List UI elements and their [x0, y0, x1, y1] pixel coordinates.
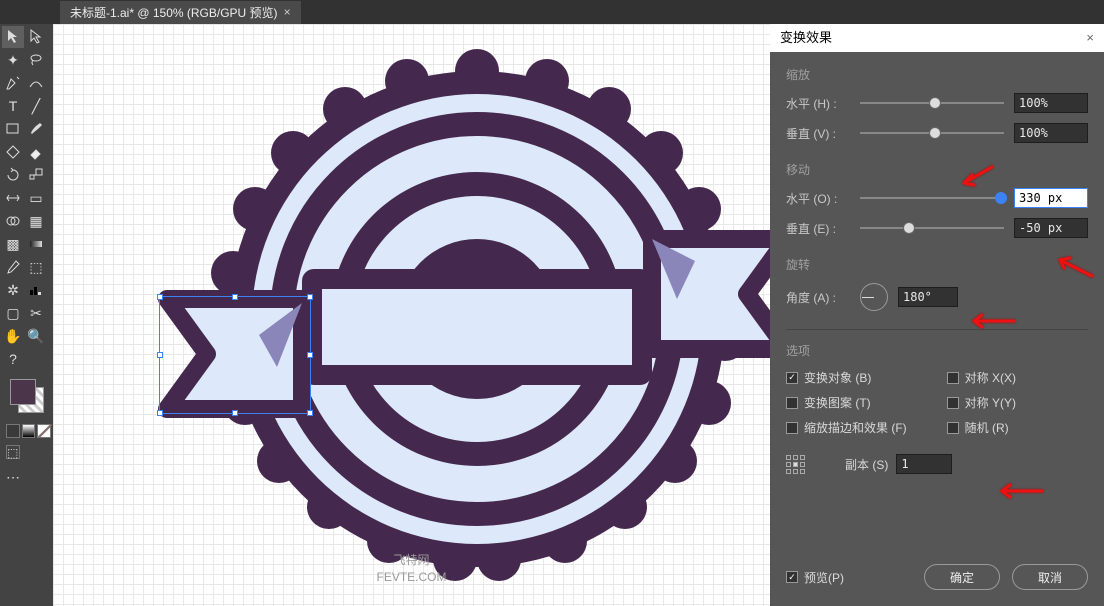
tab-title: 未标题-1.ai* @ 150% (RGB/GPU 预览) — [70, 4, 278, 21]
move-h-slider[interactable] — [860, 197, 1004, 199]
fill-color[interactable] — [10, 379, 36, 405]
solid-color-mode[interactable] — [6, 424, 20, 438]
scale-h-label: 水平 (H) : — [786, 95, 850, 112]
copies-input[interactable] — [896, 454, 952, 474]
move-label: 移动 — [786, 161, 1088, 178]
line-tool[interactable]: ╱ — [25, 95, 47, 117]
edit-toolbar[interactable]: ⋯ — [2, 466, 24, 488]
lasso-tool[interactable] — [25, 49, 47, 71]
perspective-tool[interactable]: ▦ — [25, 210, 47, 232]
cb-preview[interactable] — [786, 571, 798, 583]
tool-palette: ✦ T ╱ ▭ ▦ ▩ ⬚ ✲ ▢ ✂ ✋ 🔍 ? — [0, 24, 53, 606]
scale-section: 缩放 水平 (H) : 垂直 (V) : — [786, 66, 1088, 143]
gradient-tool[interactable] — [25, 233, 47, 255]
document-tabs: 未标题-1.ai* @ 150% (RGB/GPU 预览) × — [0, 0, 1104, 24]
scale-h-slider[interactable] — [860, 102, 1004, 104]
move-section: 移动 水平 (O) : 垂直 (E) : — [786, 161, 1088, 238]
options-section: 选项 变换对象 (B) 变换图案 (T) 缩放描边和效果 (F) 对称 X(X)… — [786, 342, 1088, 474]
zoom-tool[interactable]: 🔍 — [25, 325, 47, 347]
copies-label: 副本 (S) — [845, 456, 888, 473]
type-tool[interactable]: T — [2, 95, 24, 117]
graph-tool[interactable] — [25, 279, 47, 301]
scale-v-slider[interactable] — [860, 132, 1004, 134]
angle-dial[interactable] — [860, 283, 888, 311]
move-v-label: 垂直 (E) : — [786, 220, 850, 237]
move-h-label: 水平 (O) : — [786, 190, 850, 207]
free-transform-tool[interactable]: ▭ — [25, 187, 47, 209]
rotate-label: 旋转 — [786, 256, 1088, 273]
panel-title-text: 变换效果 — [780, 24, 832, 52]
canvas[interactable]: 飞特网 FEVTE.COM — [53, 24, 770, 606]
screen-modes: ⬚ — [2, 445, 51, 459]
blend-tool[interactable]: ⬚ — [25, 256, 47, 278]
transform-effect-panel: 变换效果 × 缩放 水平 (H) : 垂直 (V) : 移动 — [770, 24, 1104, 606]
preview-label: 预览(P) — [804, 569, 844, 586]
color-modes — [2, 424, 55, 438]
shaper-tool[interactable] — [2, 141, 24, 163]
ok-button[interactable]: 确定 — [924, 564, 1000, 590]
cancel-button[interactable]: 取消 — [1012, 564, 1088, 590]
cb-transform-pattern[interactable] — [786, 397, 798, 409]
options-label: 选项 — [786, 342, 1088, 359]
symbol-sprayer-tool[interactable]: ✲ — [2, 279, 24, 301]
move-v-input[interactable] — [1014, 218, 1088, 238]
curvature-tool[interactable] — [25, 72, 47, 94]
close-icon[interactable]: × — [284, 5, 291, 19]
scale-h-input[interactable] — [1014, 93, 1088, 113]
scale-v-label: 垂直 (V) : — [786, 125, 850, 142]
move-h-input[interactable] — [1014, 188, 1088, 208]
unknown-tool[interactable]: ? — [2, 348, 24, 370]
eraser-tool[interactable] — [25, 141, 47, 163]
scale-tool[interactable] — [25, 164, 47, 186]
rotate-section: 旋转 角度 (A) : — [786, 256, 1088, 311]
scale-label: 缩放 — [786, 66, 1088, 83]
shape-builder-tool[interactable] — [2, 210, 24, 232]
none-mode[interactable] — [37, 424, 51, 438]
normal-screen-mode[interactable]: ⬚ — [6, 445, 20, 459]
slice-tool[interactable]: ✂ — [25, 302, 47, 324]
fill-stroke-swatch[interactable] — [10, 379, 43, 415]
brush-tool[interactable] — [25, 118, 47, 140]
cb-mirror-x[interactable] — [947, 372, 959, 384]
artboard-tool[interactable]: ▢ — [2, 302, 24, 324]
document-tab[interactable]: 未标题-1.ai* @ 150% (RGB/GPU 预览) × — [60, 1, 301, 24]
move-v-slider[interactable] — [860, 227, 1004, 229]
mesh-tool[interactable]: ▩ — [2, 233, 24, 255]
cb-mirror-y[interactable] — [947, 397, 959, 409]
selection-bounds — [159, 296, 311, 414]
width-tool[interactable] — [2, 187, 24, 209]
panel-title-bar: 变换效果 × — [770, 24, 1104, 52]
scale-v-input[interactable] — [1014, 123, 1088, 143]
reference-point-icon[interactable] — [786, 455, 805, 474]
rectangle-tool[interactable] — [2, 118, 24, 140]
cb-transform-object[interactable] — [786, 372, 798, 384]
close-icon[interactable]: × — [1086, 24, 1094, 52]
selection-tool[interactable] — [2, 26, 24, 48]
wand-tool[interactable]: ✦ — [2, 49, 24, 71]
eyedropper-tool[interactable] — [2, 256, 24, 278]
angle-input[interactable] — [898, 287, 958, 307]
cb-random[interactable] — [947, 422, 959, 434]
direct-selection-tool[interactable] — [25, 26, 47, 48]
rotate-tool[interactable] — [2, 164, 24, 186]
watermark: 飞特网 FEVTE.COM — [376, 552, 446, 586]
hand-tool[interactable]: ✋ — [2, 325, 24, 347]
cb-scale-strokes[interactable] — [786, 422, 798, 434]
gradient-mode[interactable] — [22, 424, 36, 438]
pen-tool[interactable] — [2, 72, 24, 94]
angle-label: 角度 (A) : — [786, 289, 850, 306]
